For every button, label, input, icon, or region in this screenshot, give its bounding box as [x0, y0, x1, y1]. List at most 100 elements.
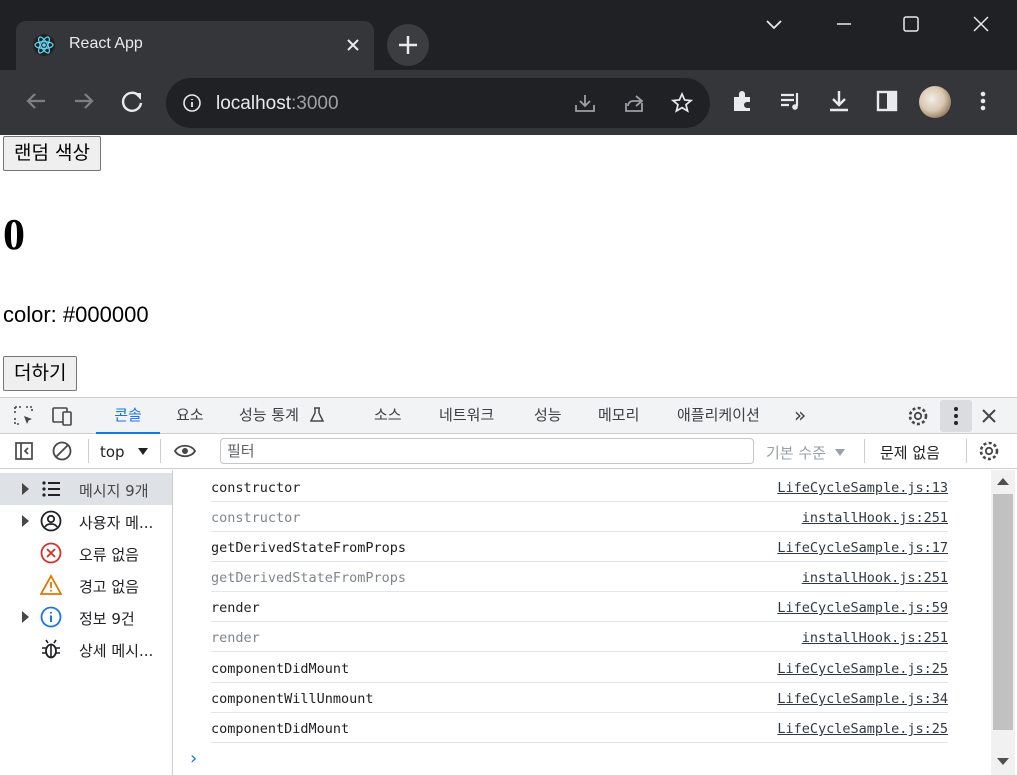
sidebar-item-warnings[interactable]: 경고 없음 [0, 569, 172, 601]
console-scrollbar[interactable] [991, 470, 1015, 775]
tab-performance[interactable]: 성능 [534, 398, 562, 434]
user-icon [40, 510, 62, 532]
sidebar-item-label: 경고 없음 [79, 578, 139, 596]
log-source-link[interactable]: installHook.js:251 [802, 630, 948, 646]
log-message: getDerivedStateFromProps [211, 570, 407, 586]
close-window-icon[interactable] [967, 10, 995, 38]
log-row: componentDidMount LifeCycleSample.js:25 [211, 653, 948, 683]
scroll-down-icon[interactable] [997, 758, 1009, 765]
extensions-icon[interactable] [726, 84, 760, 118]
log-level-dropdown[interactable]: 기본 수준 [766, 438, 846, 464]
log-row: render LifeCycleSample.js:59 [211, 592, 948, 622]
random-color-button[interactable]: 랜덤 색상 [3, 136, 101, 171]
inspect-element-icon[interactable] [12, 404, 36, 428]
share-icon[interactable] [622, 91, 646, 115]
close-devtools-icon[interactable] [977, 404, 1001, 428]
sidebar-toggle-icon[interactable] [12, 439, 36, 463]
log-message: getDerivedStateFromProps [211, 540, 407, 556]
sidebar-item-user-messages[interactable]: 사용자 메... [0, 505, 172, 537]
profile-avatar[interactable] [919, 86, 951, 118]
tab-application[interactable]: 애플리케이션 [677, 398, 760, 434]
maximize-icon[interactable] [897, 10, 925, 38]
media-controls-icon[interactable] [774, 84, 808, 118]
tab-sources[interactable]: 소스 [374, 398, 402, 434]
info-icon [40, 606, 62, 628]
customize-menu-button[interactable] [940, 400, 972, 432]
download-icon[interactable] [822, 84, 856, 118]
log-row: componentWillUnmount LifeCycleSample.js:… [211, 683, 948, 713]
address-bar[interactable]: localhost:3000 [166, 78, 710, 128]
tab-search-icon[interactable] [760, 10, 788, 38]
log-message: constructor [211, 480, 301, 496]
filter-input[interactable] [220, 438, 754, 464]
url-text: localhost:3000 [216, 93, 339, 114]
console-settings-gear-icon[interactable] [977, 439, 1001, 463]
install-app-icon[interactable] [573, 91, 597, 115]
side-panel-icon[interactable] [870, 84, 904, 118]
sidebar-item-errors[interactable]: 오류 없음 [0, 537, 172, 569]
minimize-icon[interactable] [830, 10, 858, 38]
scroll-thumb[interactable] [993, 494, 1013, 730]
plus-icon [399, 36, 417, 54]
sidebar-item-label: 상세 메시... [79, 642, 154, 660]
log-source-link[interactable]: installHook.js:251 [802, 510, 948, 526]
log-source-link[interactable]: LifeCycleSample.js:25 [777, 721, 948, 737]
new-tab-button[interactable] [387, 24, 429, 66]
eye-icon[interactable] [173, 439, 197, 463]
expand-arrow-icon[interactable] [22, 515, 29, 527]
warning-icon [40, 574, 62, 595]
sidebar-item-info[interactable]: 정보 9건 [0, 601, 172, 633]
device-toolbar-icon[interactable] [50, 404, 74, 428]
settings-gear-icon[interactable] [906, 404, 930, 428]
devtools-panel: 콘솔 요소 성능 통계 소스 네트워크 성능 메모리 애플리케이션 » top … [0, 397, 1017, 775]
log-source-link[interactable]: LifeCycleSample.js:59 [777, 600, 948, 616]
context-label: top [100, 443, 125, 461]
log-source-link[interactable]: LifeCycleSample.js:17 [777, 540, 948, 556]
browser-tab[interactable]: React App [16, 21, 374, 70]
issues-status[interactable]: 문제 없음 [880, 442, 940, 463]
tab-title: React App [69, 35, 143, 52]
tab-network[interactable]: 네트워크 [439, 398, 494, 434]
log-row: constructor LifeCycleSample.js:13 [211, 472, 948, 502]
browser-menu-icon[interactable] [966, 84, 1000, 118]
tab-elements[interactable]: 요소 [176, 398, 204, 434]
sidebar-item-verbose[interactable]: 상세 메시... [0, 633, 172, 665]
tab-console[interactable]: 콘솔 [96, 398, 160, 434]
log-row: render installHook.js:251 [211, 622, 948, 652]
sidebar-item-label: 메시지 9개 [79, 482, 149, 500]
forward-icon[interactable] [67, 84, 101, 118]
log-row: getDerivedStateFromProps LifeCycleSample… [211, 532, 948, 562]
back-icon[interactable] [19, 84, 53, 118]
add-button[interactable]: 더하기 [3, 356, 78, 391]
log-source-link[interactable]: LifeCycleSample.js:25 [777, 661, 948, 677]
log-source-link[interactable]: LifeCycleSample.js:34 [777, 691, 948, 707]
log-source-link[interactable]: installHook.js:251 [802, 570, 948, 586]
sidebar-item-label: 정보 9건 [79, 610, 135, 628]
sidebar-item-messages[interactable]: 메시지 9개 [0, 473, 172, 505]
more-tabs-button[interactable]: » [794, 398, 806, 434]
console-prompt-icon[interactable]: › [188, 748, 199, 769]
expand-arrow-icon[interactable] [22, 611, 29, 623]
tab-performance-insights[interactable]: 성능 통계 [239, 398, 324, 434]
experiment-flask-icon [309, 407, 324, 422]
close-tab-icon[interactable] [342, 34, 364, 56]
clear-console-icon[interactable] [50, 439, 74, 463]
devtools-tab-bar: 콘솔 요소 성능 통계 소스 네트워크 성능 메모리 애플리케이션 » [0, 398, 1017, 434]
log-level-label: 기본 수준 [766, 444, 826, 462]
counter-heading: 0 [3, 210, 25, 259]
dropdown-arrow-icon [137, 448, 148, 455]
log-source-link[interactable]: LifeCycleSample.js:13 [777, 480, 948, 496]
context-selector[interactable]: top [100, 438, 148, 464]
error-icon [40, 542, 62, 564]
vertical-dots-icon [954, 407, 958, 425]
console-toolbar: top 기본 수준 문제 없음 [0, 434, 1017, 469]
expand-arrow-icon[interactable] [22, 483, 29, 495]
info-icon[interactable] [182, 93, 202, 113]
reload-icon[interactable] [115, 84, 149, 118]
toolbar-divider [88, 439, 89, 463]
scroll-up-icon[interactable] [997, 478, 1009, 485]
bookmark-star-icon[interactable] [670, 91, 694, 115]
log-row: constructor installHook.js:251 [211, 502, 948, 532]
page-content: 랜덤 색상 0 color: #000000 더하기 [0, 135, 1017, 397]
tab-memory[interactable]: 메모리 [598, 398, 639, 434]
